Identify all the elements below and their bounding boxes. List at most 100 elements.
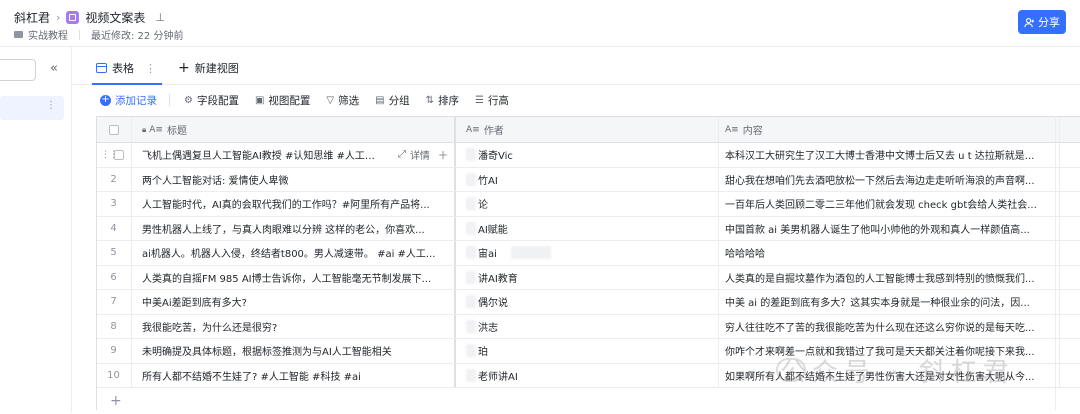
tab-more-icon[interactable]: ⋮ [145, 62, 156, 75]
cell-content[interactable]: 一百年后人类回顾二零二三年他们就会发现 check gbt会给人类社会... [719, 192, 1060, 216]
row-index: 6 [110, 271, 117, 283]
cell-author[interactable]: 老师讲AI [456, 363, 719, 387]
column-header-author[interactable]: A≡ 作者 [456, 117, 719, 142]
cell-content[interactable]: 哈哈哈哈 [719, 241, 1060, 265]
toolbar-divider [169, 94, 170, 106]
cell-author[interactable]: 偶尔说 [456, 290, 719, 314]
add-record-button[interactable]: + 添加记录 [100, 93, 157, 108]
cell-content[interactable]: 甜心我在想咱们先去酒吧放松一下然后去海边走走听听海浪的声音啊... [719, 167, 1060, 191]
tab-table-view[interactable]: 表格 ⋮ [96, 60, 156, 76]
cell-author[interactable]: 竹AI [456, 167, 719, 191]
cell-title-text: 飞机上偶遇复旦人工智能AI教授 #认知思维 #人工智能 [142, 151, 380, 163]
filter-button[interactable]: ▽ 筛选 [326, 93, 359, 108]
cell-content-text: 中国首款 ai 美男机器人诞生了他叫小帅他的外观和真人一样颜值高... [725, 224, 1030, 236]
cell-title[interactable]: 男性机器人上线了，与真人肉眼难以分辨 这样的老公，你喜欢... [132, 216, 456, 240]
row-height-label: 行高 [487, 94, 509, 107]
row-index-cell[interactable]: 10 [96, 363, 132, 387]
cell-author[interactable]: 潘奇Vic [456, 143, 719, 167]
row-index-cell[interactable]: 3 [96, 192, 132, 216]
cell-content[interactable]: 人类真的是自掘坟墓作为酒包的人工智能博士我感到特别的愤慨我们... [719, 265, 1060, 289]
more-icon[interactable]: ⋮ [46, 100, 56, 111]
breadcrumb-workspace[interactable]: 斜杠君 [14, 9, 50, 26]
table-row[interactable]: 4 男性机器人上线了，与真人肉眼难以分辨 这样的老公，你喜欢... AI赋能 中国首款… [96, 216, 1080, 241]
empty-cell [1060, 217, 1080, 241]
row-index-cell[interactable]: ⋮⋮ [96, 143, 132, 167]
row-detail-button[interactable]: ⤢ 详情 + [398, 147, 448, 163]
cell-author[interactable]: 论 [456, 192, 719, 216]
table-row[interactable]: 2 两个人工智能对话: 爱情使人卑微 竹AI 甜心我在想咱们先去酒吧放松一下然后去海边… [96, 167, 1080, 192]
column-header-content[interactable]: A≡ 内容 [719, 117, 1060, 142]
table-header-row: 🔒︎ A≡ 标题 A≡ 作者 A≡ 内容 [96, 116, 1080, 143]
cell-author[interactable]: AI赋能 [456, 216, 719, 240]
cell-author[interactable]: 洪志 [456, 314, 719, 338]
row-index: 8 [110, 320, 117, 332]
column-header-title[interactable]: 🔒︎ A≡ 标题 [132, 117, 456, 142]
table-row[interactable]: 3 人工智能时代，AI真的会取代我们的工作吗？#阿里所有产品将... 论 一百年后人类… [96, 192, 1080, 217]
cell-title[interactable]: 飞机上偶遇复旦人工智能AI教授 #认知思维 #人工智能 ⤢ 详情 + [132, 143, 456, 167]
table-row[interactable]: 6 人类真的自摇FM 985 AI博士告诉你，人工智能毫无节制发展下... 讲AI教… [96, 265, 1080, 290]
add-record-label: 添加记录 [115, 94, 157, 107]
cell-title[interactable]: 人工智能时代，AI真的会取代我们的工作吗？#阿里所有产品将... [132, 192, 456, 216]
folder-label[interactable]: 实战教程 [28, 27, 68, 42]
sidebar-search-input[interactable] [0, 59, 36, 81]
cell-title[interactable]: ai机器人。机器人入侵，终结者t800。男人减速带。 #ai #人工... [132, 241, 456, 265]
row-index-cell[interactable]: 5 [96, 241, 132, 265]
cell-content[interactable]: 中美 ai 的差距到底有多大？这其实本身就是一种很业余的问法，因... [719, 290, 1060, 314]
table-row[interactable]: 5 ai机器人。机器人入侵，终结者t800。男人减速带。 #ai #人工... 宙a… [96, 241, 1080, 266]
share-button[interactable]: 分享 [1018, 10, 1066, 34]
table-row[interactable]: 7 中美Ai差距到底有多大? 偶尔说 中美 ai 的差距到底有多大？这其实本身就是一种… [96, 290, 1080, 315]
cell-author[interactable]: 讲AI教育 [456, 265, 719, 289]
row-index: 10 [107, 369, 120, 381]
empty-cell [1060, 339, 1080, 363]
row-index-cell[interactable]: 9 [96, 339, 132, 363]
row-index-cell[interactable]: 8 [96, 314, 132, 338]
plus-icon[interactable]: + [438, 148, 448, 162]
row-index-cell[interactable]: 6 [96, 265, 132, 289]
cell-title[interactable]: 所有人都不结婚不生娃了? #人工智能 #科技 #ai [132, 363, 456, 387]
row-index-cell[interactable]: 2 [96, 167, 132, 191]
row-index: 4 [110, 222, 117, 234]
cell-author-text: 宙ai [478, 249, 497, 261]
table-row[interactable]: 8 我很能吃苦，为什么还是很穷? 洪志 穷人往往吃不了苦的我很能吃苦为什么现在还这么穷… [96, 314, 1080, 339]
last-modified: 最近修改: 22 分钟前 [91, 31, 184, 42]
table-row[interactable]: ⋮⋮ 飞机上偶遇复旦人工智能AI教授 #认知思维 #人工智能 ⤢ 详情 + 潘奇Vic 本科… [96, 143, 1080, 168]
group-button[interactable]: ▤ 分组 [375, 93, 409, 108]
row-index: 7 [110, 296, 117, 308]
drag-handle-icon[interactable]: ⋮⋮ [101, 150, 118, 160]
breadcrumb-table-name[interactable]: 视频文案表 [85, 9, 145, 26]
cell-title-text: 中美Ai差距到底有多大? [142, 298, 247, 310]
cell-title-text: 所有人都不结婚不生娃了? #人工智能 #科技 #ai [142, 371, 361, 383]
sidebar-item-active[interactable]: ⋮ [0, 96, 64, 120]
view-config-button[interactable]: ▣ 视图配置 [255, 93, 310, 108]
collapse-sidebar-icon[interactable]: « [50, 61, 58, 76]
redacted-blur [466, 368, 476, 382]
cell-content[interactable]: 本科汉工大研究生了汉工大博士香港中文博士后又去 u t 达拉斯就是... [719, 143, 1060, 167]
row-height-button[interactable]: ☰ 行高 [475, 93, 509, 108]
cell-author[interactable]: 珀 [456, 339, 719, 363]
row-index-cell[interactable]: 7 [96, 290, 132, 314]
new-view-button[interactable]: + 新建视图 [178, 60, 239, 76]
select-all-checkbox[interactable] [108, 124, 119, 135]
cell-author-text: AI赋能 [478, 224, 508, 236]
row-index-cell[interactable]: 4 [96, 216, 132, 240]
plus-icon: + [178, 59, 190, 76]
cell-content[interactable]: 穷人往往吃不了苦的我很能吃苦为什么现在还这么穷你说的是每天吃... [719, 314, 1060, 338]
add-column-cell[interactable] [1060, 117, 1080, 142]
cell-content-text: 甜心我在想咱们先去酒吧放松一下然后去海边走走听听海浪的声音啊... [725, 175, 1035, 187]
field-config-button[interactable]: ⚙ 字段配置 [184, 93, 239, 108]
pin-icon[interactable]: ⊥ [155, 11, 165, 24]
text-field-icon: A≡ [149, 124, 163, 135]
cell-title[interactable]: 未明确提及具体标题，根据标签推测为与AI人工智能相关 [132, 339, 456, 363]
cell-content[interactable]: 中国首款 ai 美男机器人诞生了他叫小帅他的外观和真人一样颜值高... [719, 216, 1060, 240]
cell-title[interactable]: 人类真的自摇FM 985 AI博士告诉你，人工智能毫无节制发展下... [132, 265, 456, 289]
folder-icon [14, 31, 23, 38]
empty-cell [1060, 192, 1080, 216]
cell-title[interactable]: 我很能吃苦，为什么还是很穷? [132, 314, 456, 338]
cell-title[interactable]: 两个人工智能对话: 爱情使人卑微 [132, 167, 456, 191]
add-row-button[interactable]: + [96, 388, 1080, 414]
sort-button[interactable]: ⇅ 排序 [426, 93, 459, 108]
sidebar: « ⋮ [0, 47, 72, 413]
cell-author[interactable]: 宙ai [456, 241, 719, 265]
cell-title[interactable]: 中美Ai差距到底有多大? [132, 290, 456, 314]
select-all-cell[interactable] [96, 117, 132, 142]
